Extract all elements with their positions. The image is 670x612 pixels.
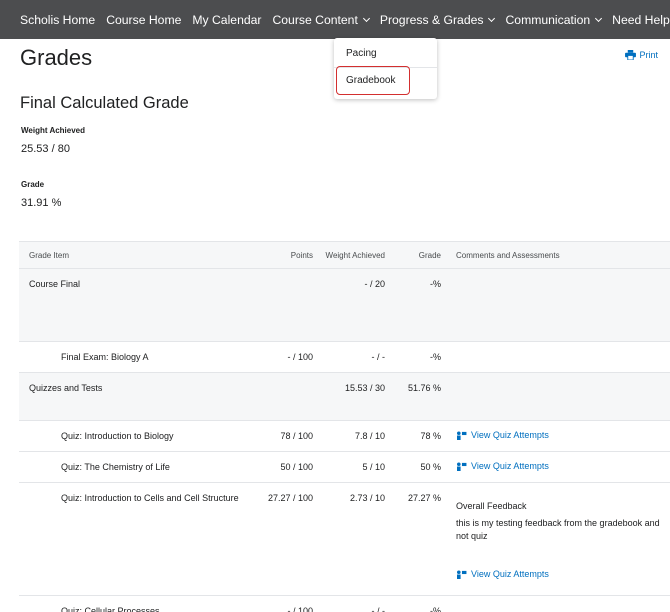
cell-item: Quiz: Introduction to Biology (19, 420, 257, 452)
cell-comments (445, 595, 670, 612)
view-quiz-attempts-link[interactable]: View Quiz Attempts (456, 461, 549, 471)
chevron-down-icon (595, 14, 603, 22)
cell-weight: - / 20 (315, 268, 397, 342)
nav-label: Need Help? (612, 12, 670, 27)
cell-points: 50 / 100 (257, 451, 315, 483)
cell-points (257, 268, 315, 342)
cell-item: Course Final (19, 268, 257, 342)
cell-points: - / 100 (257, 595, 315, 612)
link-label: View Quiz Attempts (471, 430, 549, 441)
cell-weight: 2.73 / 10 (315, 482, 397, 596)
overall-feedback-title: Overall Feedback (456, 501, 527, 511)
nav-progress-grades[interactable]: Progress & Grades (379, 12, 496, 27)
cell-item: Quiz: The Chemistry of Life (19, 451, 257, 483)
weight-achieved-value: 25.53 / 80 (21, 143, 70, 155)
nav-my-calendar[interactable]: My Calendar (192, 13, 261, 27)
cell-weight: 5 / 10 (315, 451, 397, 483)
table-row: Quiz: Cellular Processes - / 100 - / - -… (19, 595, 670, 612)
final-grade-title: Final Calculated Grade (20, 94, 189, 112)
cell-points (257, 372, 315, 421)
col-header-grade: Grade (397, 241, 445, 269)
cell-points: - / 100 (257, 341, 315, 373)
cell-weight: - / - (315, 595, 397, 612)
quiz-attempts-icon (457, 431, 467, 440)
nav-course-home[interactable]: Course Home (106, 13, 181, 27)
link-label: View Quiz Attempts (471, 569, 549, 579)
nav-label: Course Content (272, 12, 358, 27)
cell-item: Final Exam: Biology A (19, 341, 257, 373)
nav-label: Scholis Home (20, 12, 96, 27)
cell-comments: View Quiz Attempts (445, 451, 670, 483)
cell-grade: -% (397, 595, 445, 612)
table-row: Course Final - / 20 -% (19, 268, 670, 342)
col-header-weight: Weight Achieved (315, 241, 397, 269)
view-quiz-attempts-link[interactable]: View Quiz Attempts (456, 569, 549, 579)
dropdown-item-pacing[interactable]: Pacing (346, 48, 377, 59)
cell-item: Quiz: Cellular Processes (19, 595, 257, 612)
cell-grade: 78 % (397, 420, 445, 452)
cell-weight: 7.8 / 10 (315, 420, 397, 452)
nav-course-content[interactable]: Course Content (272, 12, 370, 27)
table-header-row: Grade Item Points Weight Achieved Grade … (19, 241, 670, 269)
quiz-attempts-icon (457, 569, 467, 579)
top-navbar: Scholis Home Course Home My Calendar Cou… (0, 0, 670, 39)
cell-grade: 50 % (397, 451, 445, 483)
table-row: Quiz: Introduction to Biology 78 / 100 7… (19, 420, 670, 452)
view-quiz-attempts-link[interactable]: View Quiz Attempts (456, 430, 549, 440)
dropdown-item-gradebook[interactable]: Gradebook (346, 75, 395, 86)
nav-label: Course Home (106, 12, 182, 27)
print-label: Print (639, 50, 658, 60)
overall-feedback-text: this is my testing feedback from the gra… (456, 518, 660, 541)
table-row: Quiz: The Chemistry of Life 50 / 100 5 /… (19, 451, 670, 483)
cell-points: 78 / 100 (257, 420, 315, 452)
chevron-down-icon (362, 14, 370, 22)
cell-comments (445, 341, 670, 373)
grade-value: 31.91 % (21, 197, 62, 209)
cell-comments: Overall Feedback this is my testing feed… (445, 482, 670, 596)
table-row: Quiz: Introduction to Cells and Cell Str… (19, 482, 670, 596)
grade-label: Grade (21, 180, 45, 189)
nav-communication[interactable]: Communication (505, 12, 603, 27)
cell-comments (445, 268, 670, 342)
cell-comments (445, 372, 670, 421)
progress-grades-dropdown: Pacing Gradebook (334, 38, 437, 99)
grades-table: Grade Item Points Weight Achieved Grade … (19, 241, 670, 612)
col-header-points: Points (257, 241, 315, 269)
cell-grade: 27.27 % (397, 482, 445, 596)
nav-scholis-home[interactable]: Scholis Home (20, 13, 95, 27)
cell-item: Quizzes and Tests (19, 372, 257, 421)
cell-grade: -% (397, 268, 445, 342)
cell-comments: View Quiz Attempts (445, 420, 670, 452)
col-header-comments: Comments and Assessments (445, 241, 670, 269)
nav-label: Communication (505, 12, 591, 27)
print-button[interactable]: Print (625, 50, 658, 60)
nav-label: My Calendar (192, 12, 262, 27)
printer-icon (625, 50, 637, 60)
col-header-item: Grade Item (19, 241, 257, 269)
cell-item: Quiz: Introduction to Cells and Cell Str… (19, 482, 257, 596)
quiz-attempts-icon (457, 462, 467, 471)
nav-need-help[interactable]: Need Help? (612, 13, 670, 27)
link-label: View Quiz Attempts (471, 461, 549, 472)
table-row: Quizzes and Tests 15.53 / 30 51.76 % (19, 372, 670, 421)
cell-grade: -% (397, 341, 445, 373)
cell-weight: 15.53 / 30 (315, 372, 397, 421)
page-title: Grades (20, 45, 93, 70)
weight-achieved-label: Weight Achieved (21, 126, 86, 135)
cell-weight: - / - (315, 341, 397, 373)
cell-points: 27.27 / 100 (257, 482, 315, 596)
nav-label: Progress & Grades (379, 12, 484, 27)
chevron-down-icon (488, 14, 496, 22)
cell-grade: 51.76 % (397, 372, 445, 421)
table-row: Final Exam: Biology A - / 100 - / - -% (19, 341, 670, 373)
